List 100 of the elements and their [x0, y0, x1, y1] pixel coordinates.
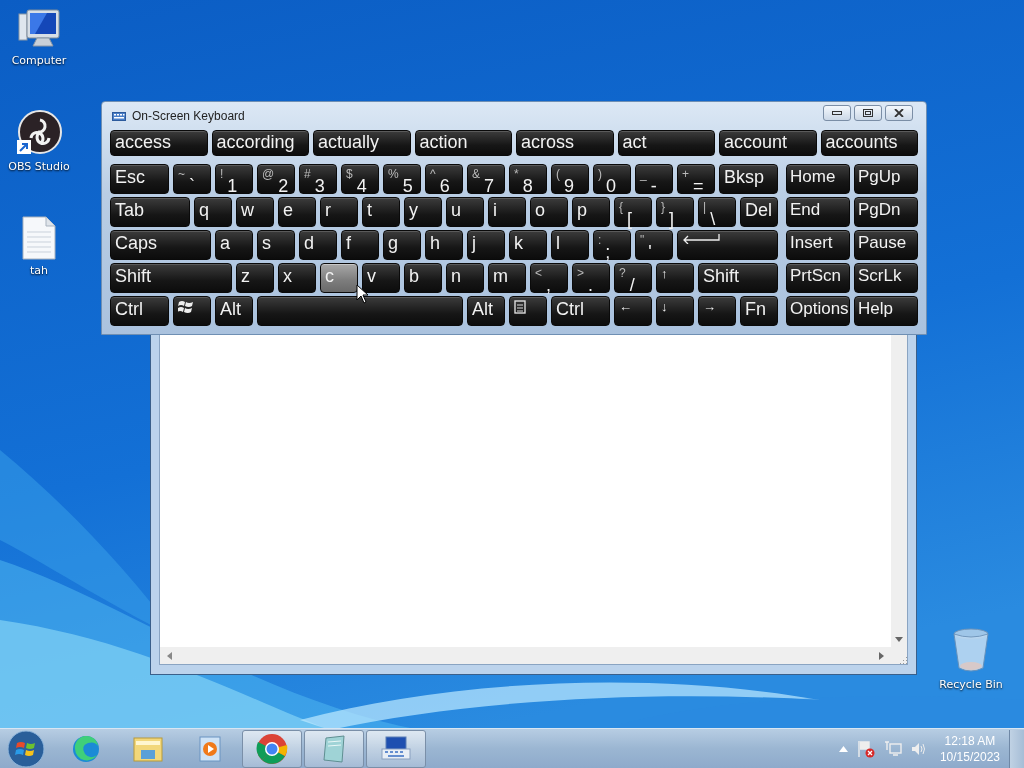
taskbar-button[interactable] [242, 729, 302, 768]
keyboard-key[interactable]: Ctrl [110, 296, 169, 326]
keyboard-key[interactable]: Alt [215, 296, 253, 326]
keyboard-key[interactable]: i [488, 197, 526, 227]
keyboard-key[interactable]: h [425, 230, 463, 260]
taskbar-button[interactable] [366, 729, 426, 768]
keyboard-key[interactable]: Ctrl [551, 296, 610, 326]
keyboard-key[interactable]: " ' [635, 230, 673, 260]
show-hidden-icons-icon[interactable] [838, 745, 848, 752]
folder-icon[interactable] [132, 734, 164, 763]
keyboard-key[interactable]: @ 2 [257, 164, 295, 194]
media-player-icon[interactable] [197, 734, 223, 763]
keyboard-key[interactable]: Home [786, 164, 850, 194]
keyboard-key[interactable]: → [698, 296, 736, 326]
word-prediction-key[interactable]: action [414, 130, 512, 156]
word-prediction-key[interactable]: across [516, 130, 614, 156]
keyboard-key[interactable]: ) 0 [593, 164, 631, 194]
word-prediction-key[interactable]: actually [313, 130, 411, 156]
keyboard-key[interactable]: y [404, 197, 442, 227]
keyboard-key[interactable]: Del [740, 197, 778, 227]
menu-key[interactable] [509, 296, 547, 326]
volume-icon[interactable] [910, 741, 927, 756]
keyboard-key[interactable]: Tab [110, 197, 190, 227]
keyboard-key[interactable]: ~ ` [173, 164, 211, 194]
keyboard-key[interactable]: ↑ [656, 263, 694, 293]
keyboard-key[interactable]: ↓ [656, 296, 694, 326]
keyboard-key[interactable]: < , [530, 263, 568, 293]
windows-key[interactable] [173, 296, 211, 326]
browser-icon[interactable] [71, 733, 101, 764]
keyboard-key[interactable]: End [786, 197, 850, 227]
keyboard-key[interactable]: r [320, 197, 358, 227]
close-button[interactable] [885, 105, 913, 121]
keyboard-key[interactable]: t [362, 197, 400, 227]
keyboard-key[interactable]: * 8 [509, 164, 547, 194]
keyboard-key[interactable]: ? / [614, 263, 652, 293]
keyboard-key[interactable]: ^ 6 [425, 164, 463, 194]
computer-icon[interactable] [17, 8, 61, 50]
keyboard-key[interactable]: w [236, 197, 274, 227]
resize-grip-icon[interactable] [898, 655, 907, 664]
word-prediction-key[interactable]: access [110, 130, 208, 156]
keyboard-key[interactable]: ! 1 [215, 164, 253, 194]
keyboard-key[interactable]: Esc [110, 164, 169, 194]
keyboard-key[interactable]: PgUp [854, 164, 918, 194]
keyboard-key[interactable]: Shift [110, 263, 232, 293]
word-prediction-key[interactable]: accounts [820, 130, 918, 156]
word-prediction-key[interactable]: act [617, 130, 715, 156]
keyboard-key[interactable]: j [467, 230, 505, 260]
keyboard-key[interactable]: b [404, 263, 442, 293]
keyboard-key[interactable]: Pause [854, 230, 918, 260]
spacebar-key[interactable] [257, 296, 463, 326]
keyboard-key[interactable]: x [278, 263, 316, 293]
keyboard-key[interactable]: % 5 [383, 164, 421, 194]
keyboard-key[interactable]: Alt [467, 296, 505, 326]
keyboard-key[interactable]: } ] [656, 197, 694, 227]
keyboard-key[interactable]: Help [854, 296, 918, 326]
keyboard-key[interactable]: p [572, 197, 610, 227]
keyboard-key[interactable]: e [278, 197, 316, 227]
keyboard-key[interactable]: v [362, 263, 400, 293]
keyboard-key[interactable]: + = [677, 164, 715, 194]
keyboard-key[interactable]: n [446, 263, 484, 293]
browser-icon[interactable] [256, 732, 288, 765]
word-prediction-key[interactable]: account [719, 130, 817, 156]
keyboard-key[interactable]: PgDn [854, 197, 918, 227]
keyboard-key[interactable]: ( 9 [551, 164, 589, 194]
obs-app-icon[interactable] [16, 110, 62, 156]
enter-key[interactable] [677, 230, 778, 260]
keyboard-key[interactable]: o [530, 197, 568, 227]
minimize-button[interactable] [823, 105, 851, 121]
scroll-left-icon[interactable] [166, 651, 172, 660]
keyboard-key[interactable]: Insert [786, 230, 850, 260]
keyboard-key[interactable]: { [ [614, 197, 652, 227]
keyboard-key[interactable]: Shift [698, 263, 778, 293]
keyboard-key[interactable]: _ - [635, 164, 673, 194]
keyboard-key[interactable]: Bksp [719, 164, 778, 194]
keyboard-key[interactable]: d [299, 230, 337, 260]
keyboard-key[interactable]: > . [572, 263, 610, 293]
notepad-icon[interactable] [320, 733, 348, 764]
maximize-button[interactable] [854, 105, 882, 121]
keyboard-key[interactable]: z [236, 263, 274, 293]
keyboard-key[interactable]: # 3 [299, 164, 337, 194]
flag-error-icon[interactable] [856, 739, 875, 758]
keyboard-key[interactable]: PrtScn [786, 263, 850, 293]
keyboard-key[interactable]: Fn [740, 296, 778, 326]
keyboard-key[interactable]: g [383, 230, 421, 260]
keyboard-key[interactable]: u [446, 197, 484, 227]
show-desktop-button[interactable] [1009, 729, 1024, 768]
keyboard-key[interactable]: Caps [110, 230, 211, 260]
start-button[interactable] [7, 729, 45, 768]
keyboard-key[interactable]: m [488, 263, 526, 293]
keyboard-icon[interactable] [380, 734, 412, 763]
word-prediction-key[interactable]: according [211, 130, 309, 156]
keyboard-key[interactable]: $ 4 [341, 164, 379, 194]
recycle-bin-icon[interactable] [952, 628, 990, 674]
keyboard-key[interactable]: f [341, 230, 379, 260]
keyboard-key[interactable]: ← [614, 296, 652, 326]
keyboard-key[interactable]: a [215, 230, 253, 260]
scroll-right-icon[interactable] [879, 651, 885, 660]
document-icon[interactable] [22, 216, 56, 260]
keyboard-key[interactable]: s [257, 230, 295, 260]
keyboard-key[interactable]: q [194, 197, 232, 227]
